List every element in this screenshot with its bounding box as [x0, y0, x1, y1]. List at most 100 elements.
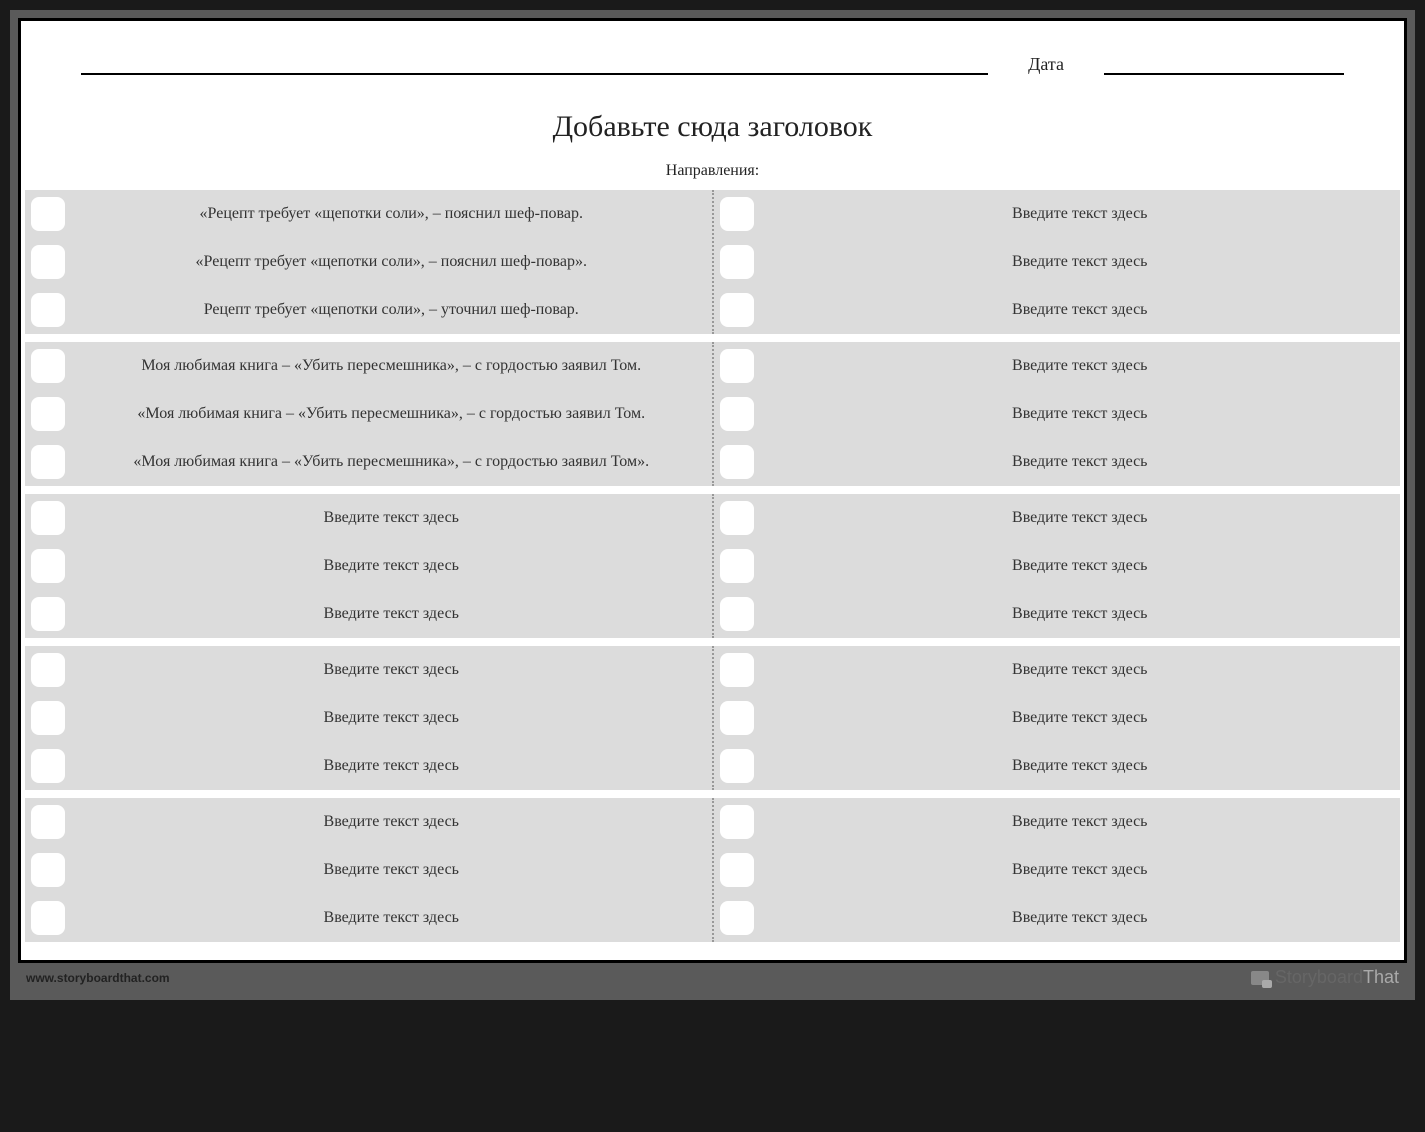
checkbox[interactable] [720, 597, 754, 631]
option-row: Введите текст здесь [25, 742, 712, 790]
option-text[interactable]: Введите текст здесь [766, 756, 1395, 776]
checkbox[interactable] [720, 445, 754, 479]
checkbox[interactable] [31, 901, 65, 935]
checkbox[interactable] [720, 549, 754, 583]
option-text[interactable]: Введите текст здесь [766, 508, 1395, 528]
brand-strong: Storyboard [1275, 967, 1363, 987]
option-row: Рецепт требует «щепотки соли», – уточнил… [25, 286, 712, 334]
option-row: Введите текст здесь [714, 494, 1401, 542]
page-title[interactable]: Добавьте сюда заголовок [21, 110, 1404, 144]
checkbox[interactable] [31, 197, 65, 231]
option-row: «Моя любимая книга – «Убить пересмешника… [25, 390, 712, 438]
checkbox[interactable] [720, 245, 754, 279]
option-row: Введите текст здесь [714, 438, 1401, 486]
checkbox[interactable] [720, 701, 754, 735]
option-row: Введите текст здесь [25, 494, 712, 542]
right-column: Введите текст здесь Введите текст здесь Вв… [714, 494, 1401, 638]
right-column: Введите текст здесь Введите текст здесь Вв… [714, 342, 1401, 486]
name-input-line[interactable] [81, 51, 988, 75]
checkbox[interactable] [31, 549, 65, 583]
option-text[interactable]: Введите текст здесь [766, 252, 1395, 272]
option-row: Введите текст здесь [25, 894, 712, 942]
checkbox[interactable] [31, 349, 65, 383]
left-column: Введите текст здесь Введите текст здесь Вв… [25, 494, 714, 638]
checkbox[interactable] [720, 349, 754, 383]
option-text[interactable]: Рецепт требует «щепотки соли», – уточнил… [77, 300, 706, 320]
footer-brand: StoryboardThat [1251, 967, 1399, 988]
option-row: Введите текст здесь [714, 894, 1401, 942]
question-block: Моя любимая книга – «Убить пересмешника»… [25, 342, 1400, 486]
checkbox[interactable] [31, 653, 65, 687]
option-text[interactable]: Введите текст здесь [766, 556, 1395, 576]
directions-label: Направления: [21, 162, 1404, 180]
worksheet-page: Дата Добавьте сюда заголовок Направления… [18, 18, 1407, 963]
question-block: «Рецепт требует «щепотки соли», – поясни… [25, 190, 1400, 334]
option-text[interactable]: Введите текст здесь [766, 604, 1395, 624]
option-text[interactable]: Введите текст здесь [77, 508, 706, 528]
checkbox[interactable] [720, 653, 754, 687]
option-row: Введите текст здесь [714, 646, 1401, 694]
checkbox[interactable] [31, 245, 65, 279]
option-row: Введите текст здесь [25, 694, 712, 742]
left-column: Введите текст здесь Введите текст здесь Вв… [25, 798, 714, 942]
option-text[interactable]: Введите текст здесь [766, 812, 1395, 832]
checkbox[interactable] [31, 445, 65, 479]
option-row: Введите текст здесь [714, 694, 1401, 742]
option-text[interactable]: Введите текст здесь [77, 708, 706, 728]
left-column: «Рецепт требует «щепотки соли», – поясни… [25, 190, 714, 334]
option-text[interactable]: Введите текст здесь [77, 860, 706, 880]
checkbox[interactable] [31, 501, 65, 535]
checkbox[interactable] [31, 397, 65, 431]
question-block: Введите текст здесь Введите текст здесь Вв… [25, 646, 1400, 790]
option-text[interactable]: Введите текст здесь [766, 204, 1395, 224]
right-column: Введите текст здесь Введите текст здесь Вв… [714, 798, 1401, 942]
worksheet-grid: «Рецепт требует «щепотки соли», – поясни… [21, 190, 1404, 950]
checkbox[interactable] [31, 853, 65, 887]
option-text[interactable]: Введите текст здесь [766, 356, 1395, 376]
option-text[interactable]: «Рецепт требует «щепотки соли», – поясни… [77, 204, 706, 224]
checkbox[interactable] [720, 197, 754, 231]
option-row: Введите текст здесь [714, 238, 1401, 286]
checkbox[interactable] [720, 749, 754, 783]
option-text[interactable]: Моя любимая книга – «Убить пересмешника»… [77, 356, 706, 376]
option-text[interactable]: Введите текст здесь [766, 452, 1395, 472]
checkbox[interactable] [31, 701, 65, 735]
option-text[interactable]: Введите текст здесь [766, 660, 1395, 680]
option-text[interactable]: Введите текст здесь [766, 860, 1395, 880]
option-text[interactable]: Введите текст здесь [77, 756, 706, 776]
option-row: Введите текст здесь [714, 542, 1401, 590]
option-text[interactable]: «Моя любимая книга – «Убить пересмешника… [77, 452, 706, 472]
date-input-line[interactable] [1104, 51, 1344, 75]
option-text[interactable]: «Рецепт требует «щепотки соли», – поясни… [77, 252, 706, 272]
option-text[interactable]: Введите текст здесь [77, 812, 706, 832]
left-column: Моя любимая книга – «Убить пересмешника»… [25, 342, 714, 486]
option-text[interactable]: Введите текст здесь [77, 660, 706, 680]
checkbox[interactable] [720, 805, 754, 839]
option-text[interactable]: Введите текст здесь [77, 604, 706, 624]
checkbox[interactable] [720, 501, 754, 535]
option-text[interactable]: Введите текст здесь [766, 404, 1395, 424]
checkbox[interactable] [720, 853, 754, 887]
option-text[interactable]: Введите текст здесь [766, 300, 1395, 320]
checkbox[interactable] [720, 397, 754, 431]
option-row: Введите текст здесь [25, 542, 712, 590]
option-text[interactable]: Введите текст здесь [77, 908, 706, 928]
option-text[interactable]: Введите текст здесь [766, 708, 1395, 728]
option-row: Введите текст здесь [25, 846, 712, 894]
option-row: Введите текст здесь [25, 798, 712, 846]
option-row: Введите текст здесь [714, 286, 1401, 334]
option-text[interactable]: Введите текст здесь [766, 908, 1395, 928]
option-row: «Рецепт требует «щепотки соли», – поясни… [25, 238, 712, 286]
checkbox[interactable] [31, 293, 65, 327]
option-text[interactable]: «Моя любимая книга – «Убить пересмешника… [77, 404, 706, 424]
option-row: Моя любимая книга – «Убить пересмешника»… [25, 342, 712, 390]
option-text[interactable]: Введите текст здесь [77, 556, 706, 576]
right-column: Введите текст здесь Введите текст здесь Вв… [714, 646, 1401, 790]
option-row: Введите текст здесь [714, 798, 1401, 846]
checkbox[interactable] [720, 901, 754, 935]
option-row: Введите текст здесь [714, 846, 1401, 894]
checkbox[interactable] [31, 805, 65, 839]
checkbox[interactable] [720, 293, 754, 327]
checkbox[interactable] [31, 597, 65, 631]
checkbox[interactable] [31, 749, 65, 783]
